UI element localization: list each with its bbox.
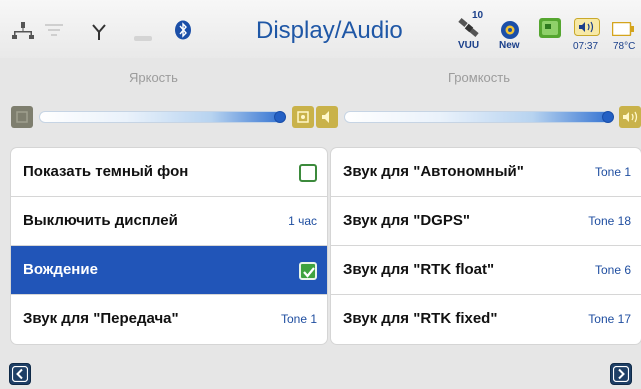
list-item-value: Tone 1 [280,312,317,326]
sound-settings-list: Звук для "Автономный" Tone 1 Звук для "D… [331,148,641,344]
volume-icon[interactable] [574,18,600,41]
list-item-label: Звук для "DGPS" [343,212,470,229]
chevron-left-icon [12,366,28,382]
brightness-decrease-button[interactable] [11,106,33,128]
volume-slider-handle[interactable] [602,111,614,123]
list-item-display-off[interactable]: Выключить дисплей 1 час [11,197,327,246]
list-item-value: 1 час [288,214,317,228]
battery-icon [611,21,634,41]
satellite-count: 10 [472,10,484,21]
list-item-driving[interactable]: Вождение [11,246,327,295]
new-label: New [499,40,520,51]
list-item-value: Tone 6 [594,263,631,277]
bluetooth-icon [174,20,192,45]
satellite-label: VUU [458,40,480,51]
list-item-value: Tone 18 [588,214,631,228]
clock-time: 07:37 [573,41,599,52]
list-item-value: Tone 17 [588,312,631,326]
brightness-slider-track[interactable] [39,111,286,123]
signal-icon [134,29,152,47]
volume-slider-track[interactable] [344,111,614,123]
list-item-rtk-fixed-sound[interactable]: Звук для "RTK fixed" Tone 17 [331,295,641,344]
list-item-label: Звук для "RTK fixed" [343,310,498,327]
status-bar: Display/Audio 10 VUU New 07:37 78°C [0,0,641,58]
checkmark-icon [303,267,315,278]
temperature: 78°C [613,41,636,52]
brightness-slider-handle[interactable] [274,111,286,123]
next-page-button[interactable] [610,363,632,385]
volume-decrease-button[interactable] [316,106,338,128]
map-icon[interactable] [539,18,561,43]
volume-increase-button[interactable] [619,106,641,128]
wifi-icon [45,24,63,43]
volume-label: Громкость [448,70,510,85]
list-item-dark-background[interactable]: Показать темный фон [11,148,327,197]
list-item-label: Звук для "RTK float" [343,261,495,278]
dark-background-checkbox[interactable] [299,164,317,182]
chevron-right-icon [613,366,629,382]
brightness-label: Яркость [129,70,178,85]
list-item-autonomous-sound[interactable]: Звук для "Автономный" Tone 1 [331,148,641,197]
list-item-label: Звук для "Автономный" [343,163,524,180]
antenna-icon [92,24,106,45]
list-item-value: Tone 1 [594,165,631,179]
page-title: Display/Audio [256,17,403,44]
list-item-label: Показать темный фон [23,163,189,180]
list-item-dgps-sound[interactable]: Звук для "DGPS" Tone 18 [331,197,641,246]
brightness-increase-button[interactable] [292,106,314,128]
previous-page-button[interactable] [9,363,31,385]
list-item-label: Вождение [23,261,98,278]
driving-checkbox[interactable] [299,262,317,280]
list-item-transmit-sound[interactable]: Звук для "Передача" Tone 1 [11,295,327,344]
display-settings-list: Показать темный фон Выключить дисплей 1 … [11,148,327,344]
list-item-label: Звук для "Передача" [23,310,179,327]
ethernet-icon [12,22,34,45]
list-item-label: Выключить дисплей [23,212,178,229]
list-item-rtk-float-sound[interactable]: Звук для "RTK float" Tone 6 [331,246,641,295]
